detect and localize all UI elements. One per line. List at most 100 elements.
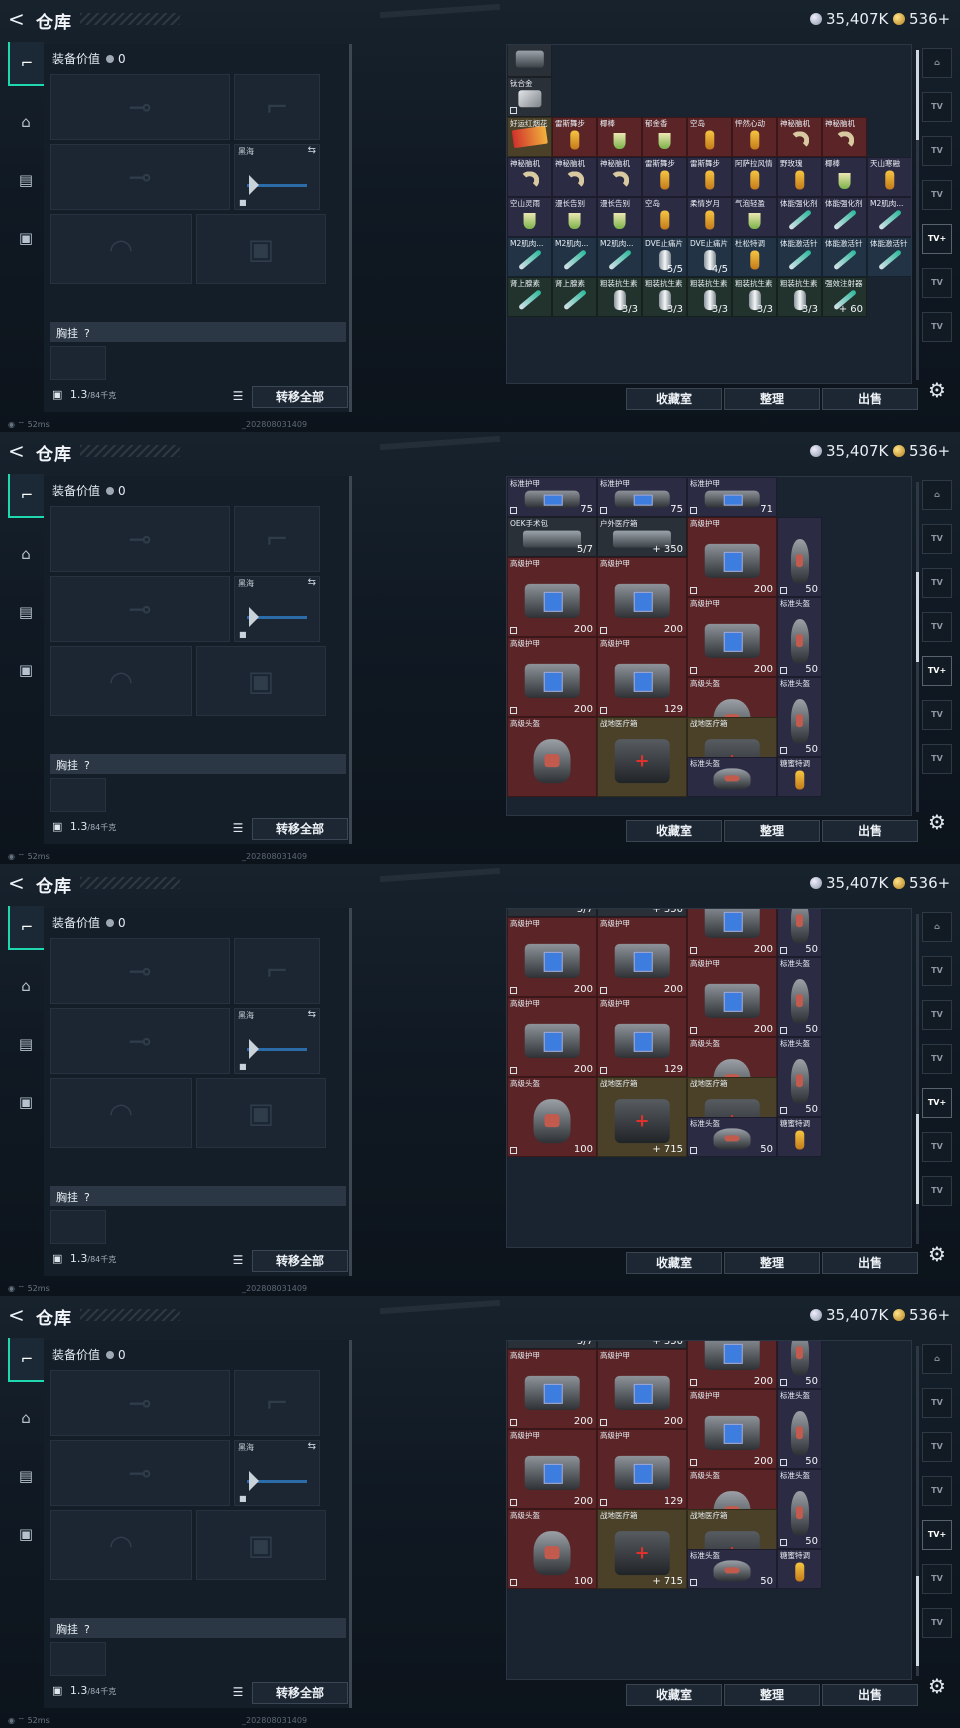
- helmet-slot[interactable]: ◠: [50, 1510, 192, 1580]
- stash-item[interactable]: 200: [687, 909, 777, 957]
- back-arrow-icon[interactable]: <: [8, 9, 28, 29]
- briefcase-icon[interactable]: ▣: [8, 1512, 44, 1556]
- clipboard-icon[interactable]: ▤: [8, 590, 44, 634]
- stash-item[interactable]: 高级护甲 129: [597, 997, 687, 1077]
- organize-button[interactable]: 整理: [724, 388, 820, 410]
- add-gold-icon[interactable]: +: [938, 1306, 951, 1324]
- stash-item[interactable]: 野玫瑰: [777, 157, 822, 197]
- stash-item[interactable]: 高级护甲 200: [687, 957, 777, 1037]
- stash-item[interactable]: 体能强化剂: [777, 197, 822, 237]
- secondary-weapon-slot[interactable]: ⊸: [50, 144, 230, 210]
- back-arrow-icon[interactable]: <: [8, 441, 28, 461]
- stash-item[interactable]: 5/7: [507, 909, 597, 917]
- tv-icon[interactable]: TV: [922, 1000, 952, 1030]
- stash-item[interactable]: M2肌肉...: [597, 237, 642, 277]
- stash-item[interactable]: 标准头盔 50: [777, 1389, 822, 1469]
- melee-slot[interactable]: 黑海 ⇆ ■: [234, 144, 320, 210]
- melee-slot[interactable]: 黑海 ⇆ ■: [234, 1440, 320, 1506]
- stash-item[interactable]: [507, 45, 552, 77]
- stash-item[interactable]: 神秘脑机: [597, 157, 642, 197]
- chest-rig-header[interactable]: 胸挂?: [50, 1618, 346, 1638]
- stash-item[interactable]: 粗装抗生素 3/3: [732, 277, 777, 317]
- gold-currency[interactable]: 536+: [893, 442, 950, 460]
- tv-icon[interactable]: TV: [922, 1608, 952, 1638]
- sell-button[interactable]: 出售: [822, 1252, 918, 1274]
- back-arrow-icon[interactable]: <: [8, 873, 28, 893]
- stash-item[interactable]: 郁金香: [642, 117, 687, 157]
- tv-plus-icon[interactable]: TV+: [922, 224, 952, 254]
- tv-icon[interactable]: TV: [922, 956, 952, 986]
- helmet-icon[interactable]: ⌂: [8, 532, 44, 576]
- briefcase-icon[interactable]: ▣: [8, 216, 44, 260]
- scroll-thumb[interactable]: [916, 1576, 919, 1666]
- swap-icon[interactable]: ⇆: [308, 1441, 316, 1452]
- stash-item[interactable]: 高级护甲 200: [507, 997, 597, 1077]
- stash-item[interactable]: 50: [777, 517, 822, 597]
- tv-icon[interactable]: TV: [922, 136, 952, 166]
- gold-currency[interactable]: 536+: [893, 1306, 950, 1324]
- stash-item[interactable]: 标准头盔 50: [687, 1549, 777, 1589]
- stash-item[interactable]: 杜松特调: [732, 237, 777, 277]
- stash-item[interactable]: 标准头盔 50: [777, 677, 822, 757]
- primary-weapon-slot[interactable]: ⊸: [50, 74, 230, 140]
- stash-item[interactable]: 椰棒: [597, 117, 642, 157]
- gold-currency[interactable]: 536+: [893, 10, 950, 28]
- helmet-slot[interactable]: ◠: [50, 646, 192, 716]
- swap-icon[interactable]: ⇆: [308, 1009, 316, 1020]
- clipboard-icon[interactable]: ▤: [8, 158, 44, 202]
- sell-button[interactable]: 出售: [822, 820, 918, 842]
- tv-plus-icon[interactable]: TV+: [922, 1520, 952, 1550]
- back-arrow-icon[interactable]: <: [8, 1305, 28, 1325]
- swap-icon[interactable]: ⇆: [308, 145, 316, 156]
- helmet-slot[interactable]: ◠: [50, 1078, 192, 1148]
- stash-item[interactable]: 高级护甲 200: [507, 1349, 597, 1429]
- stash-item[interactable]: 天山寒融: [867, 157, 911, 197]
- stash-item[interactable]: 标准头盔 50: [777, 957, 822, 1037]
- house-icon[interactable]: ⌂: [922, 48, 952, 78]
- secondary-weapon-slot[interactable]: ⊸: [50, 1440, 230, 1506]
- stash-item[interactable]: 战地医疗箱 + 715: [597, 1077, 687, 1157]
- stash-item[interactable]: 粗装抗生素 3/3: [597, 277, 642, 317]
- tv-icon[interactable]: TV: [922, 744, 952, 774]
- stash-item[interactable]: 神秘脑机: [507, 157, 552, 197]
- tv-icon[interactable]: TV: [922, 1132, 952, 1162]
- stash-item[interactable]: 高级护甲 129: [597, 1429, 687, 1509]
- stash-item[interactable]: 漫长告别: [597, 197, 642, 237]
- tv-icon[interactable]: TV: [922, 92, 952, 122]
- stash-item[interactable]: 气泡轻盈: [732, 197, 777, 237]
- stash-item[interactable]: 标准头盔 50: [777, 597, 822, 677]
- stash-item[interactable]: 50: [777, 1341, 822, 1389]
- tv-icon[interactable]: TV: [922, 268, 952, 298]
- stash-item[interactable]: 强效注射器 + 60: [822, 277, 867, 317]
- stash-item[interactable]: 粗装抗生素 3/3: [777, 277, 822, 317]
- stash-item[interactable]: 怦然心动: [732, 117, 777, 157]
- organize-button[interactable]: 整理: [724, 820, 820, 842]
- stash-item[interactable]: 标准头盔 50: [687, 1117, 777, 1157]
- house-icon[interactable]: ⌂: [922, 1344, 952, 1374]
- stash-item[interactable]: 高级护甲 200: [597, 917, 687, 997]
- tv-plus-icon[interactable]: TV+: [922, 656, 952, 686]
- stash-item[interactable]: 神秘脑机: [777, 117, 822, 157]
- stash-item[interactable]: + 350: [597, 1341, 687, 1349]
- pistol-slot[interactable]: ⌐: [234, 938, 320, 1004]
- stash-item[interactable]: M2肌肉...: [507, 237, 552, 277]
- stash-scrollbar[interactable]: [916, 50, 919, 380]
- tv-icon[interactable]: TV: [922, 1476, 952, 1506]
- stash-item[interactable]: DVE止痛片 5/5: [642, 237, 687, 277]
- stash-item[interactable]: 高级护甲 200: [597, 557, 687, 637]
- stash-scrollbar[interactable]: [916, 1346, 919, 1676]
- stash-item[interactable]: 体能激活针: [777, 237, 822, 277]
- help-icon[interactable]: ?: [84, 1623, 90, 1636]
- settings-gear-icon[interactable]: ⚙: [924, 378, 950, 404]
- primary-weapon-slot[interactable]: ⊸: [50, 506, 230, 572]
- stash-item[interactable]: 5/7: [507, 1341, 597, 1349]
- stash-item[interactable]: OEK手术包 5/7: [507, 517, 597, 557]
- stash-item[interactable]: 糖蜜特调: [777, 1117, 822, 1157]
- primary-weapon-slot[interactable]: ⊸: [50, 1370, 230, 1436]
- melee-slot[interactable]: 黑海 ⇆ ■: [234, 1008, 320, 1074]
- briefcase-icon[interactable]: ▣: [8, 1080, 44, 1124]
- stash-item[interactable]: 标准护甲 75: [597, 477, 687, 517]
- tv-icon[interactable]: TV: [922, 1432, 952, 1462]
- tv-icon[interactable]: TV: [922, 312, 952, 342]
- stash-item[interactable]: 空山灵雨: [507, 197, 552, 237]
